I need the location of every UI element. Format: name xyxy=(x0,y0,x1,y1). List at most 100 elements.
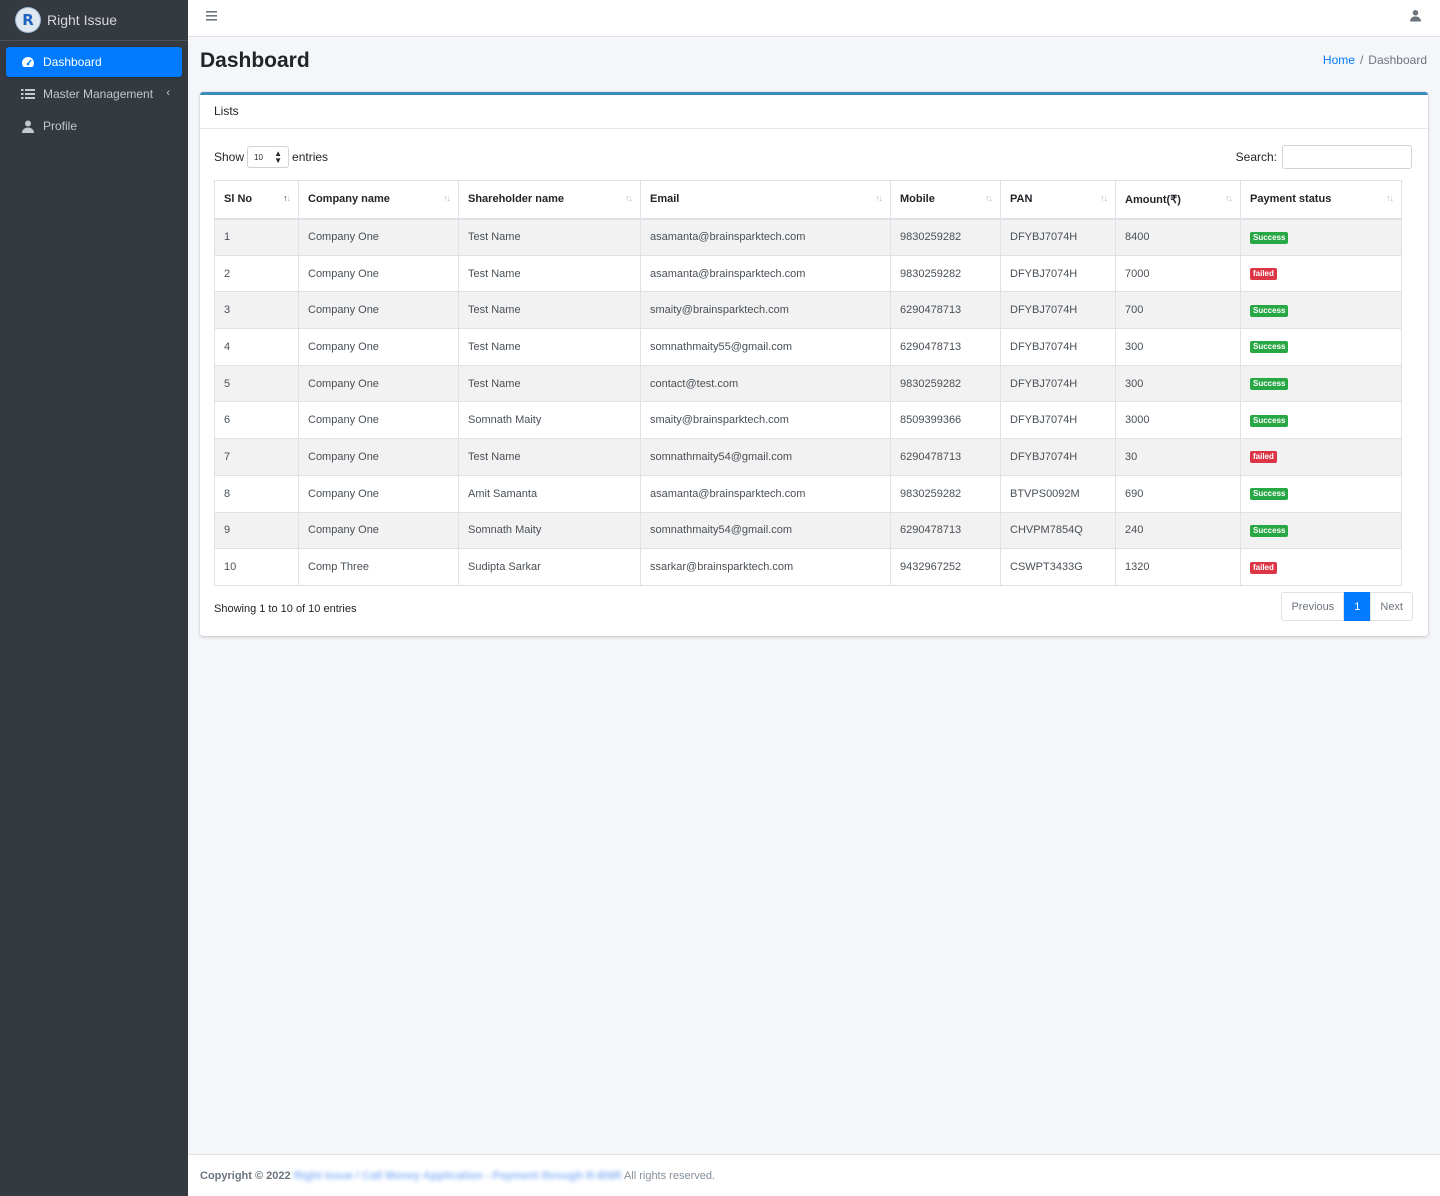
cell-amount: 690 xyxy=(1115,474,1241,513)
table-row: 1 Company One Test Name asamanta@brainsp… xyxy=(214,218,1402,256)
cell-email: asamanta@brainsparktech.com xyxy=(640,218,891,256)
column-header-label: Shareholder name xyxy=(468,193,564,206)
cell-mobile: 9830259282 xyxy=(890,218,1001,256)
sidebar: R Right Issue Dashboard Master Managemen… xyxy=(0,0,188,1196)
cell-company: Company One xyxy=(298,401,459,440)
table-row: 9 Company One Somnath Maity somnathmaity… xyxy=(214,511,1402,550)
pagination: Previous 1 Next xyxy=(1281,592,1413,621)
cell-mobile: 9830259282 xyxy=(890,254,1001,293)
column-header-mobile[interactable]: Mobile ↑↓ xyxy=(890,180,1001,220)
status-badge: failed xyxy=(1250,451,1277,464)
cell-company: Company One xyxy=(298,291,459,330)
column-header-company-name[interactable]: Company name ↑↓ xyxy=(298,180,459,220)
cell-email: somnathmaity54@gmail.com xyxy=(640,511,891,550)
cell-pan: DFYBJ7074H xyxy=(1000,401,1116,440)
sort-icon: ↑↓ xyxy=(625,193,633,203)
cell-company: Company One xyxy=(298,218,459,256)
column-header-email[interactable]: Email ↑↓ xyxy=(640,180,891,220)
breadcrumb-home-link[interactable]: Home xyxy=(1323,53,1355,67)
search-label: Search: xyxy=(1235,150,1277,164)
column-header-payment-status[interactable]: Payment status ↑↓ xyxy=(1240,180,1402,220)
sidebar-item-master-management[interactable]: Master Management ‹ xyxy=(6,79,182,109)
column-header-shareholder-name[interactable]: Shareholder name ↑↓ xyxy=(458,180,641,220)
brand-logo: R xyxy=(16,8,40,32)
brand-link[interactable]: R Right Issue xyxy=(0,0,188,41)
card-title: Lists xyxy=(200,95,1428,129)
search-input[interactable] xyxy=(1282,145,1412,169)
cell-pan: DFYBJ7074H xyxy=(1000,328,1116,366)
cell-mobile: 8509399366 xyxy=(890,401,1001,440)
cell-email: ssarkar@brainsparktech.com xyxy=(640,548,891,586)
next-page-button[interactable]: Next xyxy=(1370,592,1413,621)
cell-sl-no: 9 xyxy=(214,511,299,550)
cell-mobile: 9830259282 xyxy=(890,474,1001,513)
column-header-label: Sl No xyxy=(224,193,253,206)
page-1-button[interactable]: 1 xyxy=(1344,592,1371,621)
user-icon[interactable] xyxy=(1410,9,1421,25)
cell-amount: 1320 xyxy=(1115,548,1241,586)
sidebar-item-dashboard[interactable]: Dashboard xyxy=(6,47,182,77)
column-header-amount[interactable]: Amount(₹) ↑↓ xyxy=(1115,180,1241,220)
cell-company: Company One xyxy=(298,254,459,293)
cell-pan: DFYBJ7074H xyxy=(1000,254,1116,293)
cell-company: Comp Three xyxy=(298,548,459,586)
cell-pan: CHVPM7854Q xyxy=(1000,511,1116,550)
cell-shareholder: Sudipta Sarkar xyxy=(458,548,641,586)
sidebar-item-profile[interactable]: Profile xyxy=(6,111,182,141)
lists-card: Lists Show 10 ▲ ▼ entries Search: Sl No ↑↓… xyxy=(200,92,1428,636)
brand-logo-letter: R xyxy=(22,11,34,29)
previous-page-button[interactable]: Previous xyxy=(1281,592,1345,621)
cell-amount: 30 xyxy=(1115,438,1241,476)
sort-icon: ↑↓ xyxy=(985,193,993,203)
hamburger-icon[interactable] xyxy=(206,10,217,24)
footer-rights: All rights reserved. xyxy=(623,1170,716,1182)
cell-email: contact@test.com xyxy=(640,364,891,403)
sidebar-item-label: Master Management xyxy=(43,87,154,101)
cell-amount: 240 xyxy=(1115,511,1241,550)
cell-email: asamanta@brainsparktech.com xyxy=(640,474,891,513)
data-table: Sl No ↑↓ Company name ↑↓ Shareholder name ↑… xyxy=(214,180,1402,586)
entries-select[interactable]: 10 ▲ ▼ xyxy=(247,146,290,168)
cell-shareholder: Test Name xyxy=(458,218,641,256)
column-header-label: Payment status xyxy=(1250,193,1332,206)
column-header-sl-no[interactable]: Sl No ↑↓ xyxy=(214,180,299,220)
cell-status: Success xyxy=(1240,364,1402,403)
cell-company: Company One xyxy=(298,438,459,476)
cell-sl-no: 1 xyxy=(214,218,299,256)
page-title: Dashboard xyxy=(200,49,310,72)
cell-amount: 8400 xyxy=(1115,218,1241,256)
status-badge: failed xyxy=(1250,268,1277,281)
cell-mobile: 9830259282 xyxy=(890,364,1001,403)
cell-email: somnathmaity55@gmail.com xyxy=(640,328,891,366)
cell-mobile: 6290478713 xyxy=(890,511,1001,550)
status-badge: failed xyxy=(1250,561,1277,574)
status-badge: Success xyxy=(1250,231,1289,244)
brand-name: Right Issue xyxy=(47,12,118,28)
cell-status: Success xyxy=(1240,401,1402,440)
footer-link[interactable]: Right Issue / Call Money Application - P… xyxy=(294,1170,622,1182)
sort-icon: ↑↓ xyxy=(1225,193,1233,203)
column-header-label: Email xyxy=(650,193,680,206)
sidebar-item-label: Profile xyxy=(43,119,78,133)
sidebar-item-label: Dashboard xyxy=(43,55,102,69)
status-badge: Success xyxy=(1250,378,1289,391)
column-header-pan[interactable]: PAN ↑↓ xyxy=(1000,180,1116,220)
column-header-label: Company name xyxy=(308,193,390,206)
sort-icon: ↑↓ xyxy=(875,193,883,203)
sort-icon: ↑↓ xyxy=(443,193,451,203)
user-icon xyxy=(20,120,36,133)
cell-sl-no: 10 xyxy=(214,548,299,586)
cell-sl-no: 7 xyxy=(214,438,299,476)
table-row: 2 Company One Test Name asamanta@brainsp… xyxy=(214,254,1402,293)
status-badge: Success xyxy=(1250,304,1289,317)
cell-pan: DFYBJ7074H xyxy=(1000,218,1116,256)
cell-email: somnathmaity54@gmail.com xyxy=(640,438,891,476)
cell-amount: 700 xyxy=(1115,291,1241,330)
cell-shareholder: Amit Samanta xyxy=(458,474,641,513)
table-row: 10 Comp Three Sudipta Sarkar ssarkar@bra… xyxy=(214,548,1402,586)
cell-status: Success xyxy=(1240,474,1402,513)
cell-pan: BTVPS0092M xyxy=(1000,474,1116,513)
cell-status: Success xyxy=(1240,291,1402,330)
cell-company: Company One xyxy=(298,474,459,513)
cell-status: Success xyxy=(1240,328,1402,366)
